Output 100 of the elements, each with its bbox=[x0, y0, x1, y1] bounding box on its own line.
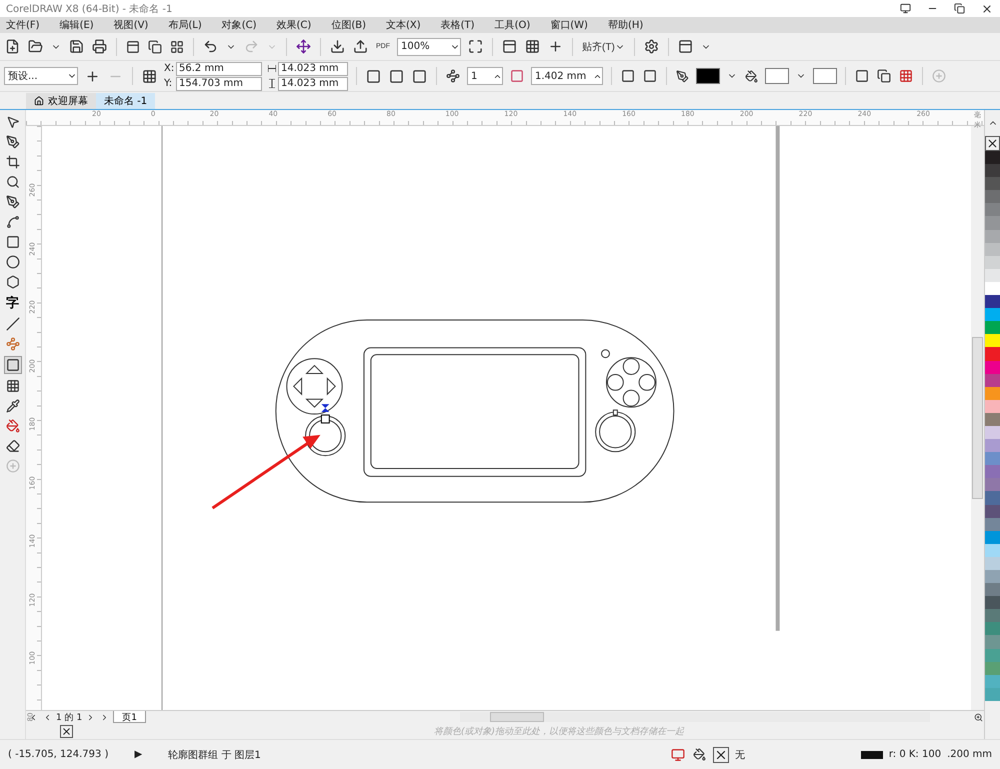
color-swatch[interactable] bbox=[985, 412, 1000, 426]
menu-item[interactable]: 对象(C) bbox=[220, 18, 265, 32]
color-swatch[interactable] bbox=[985, 190, 1000, 204]
page-tab[interactable]: 页1 bbox=[113, 711, 146, 723]
menu-item[interactable]: 视图(V) bbox=[112, 18, 156, 32]
polygon-icon[interactable] bbox=[4, 274, 20, 290]
offset-field[interactable]: 1.402 mm bbox=[531, 67, 603, 85]
zoom-dropdown[interactable]: 100% bbox=[397, 38, 461, 56]
snap-button[interactable]: 贴齐(T) bbox=[581, 38, 626, 54]
pen-icon[interactable] bbox=[675, 68, 690, 84]
color-swatch[interactable] bbox=[985, 518, 1000, 531]
color-swatch[interactable] bbox=[985, 151, 1000, 164]
line-icon[interactable] bbox=[4, 316, 20, 332]
menu-item[interactable]: 文件(F) bbox=[4, 18, 48, 32]
restore-icon[interactable] bbox=[953, 2, 966, 16]
crop-icon[interactable] bbox=[4, 154, 20, 170]
eyedropper-icon[interactable] bbox=[4, 398, 20, 414]
ellipse-icon[interactable] bbox=[4, 254, 20, 270]
color-swatch[interactable] bbox=[985, 268, 1000, 282]
menu-item[interactable]: 文本(X) bbox=[384, 18, 429, 32]
color-swatch[interactable] bbox=[985, 635, 1000, 649]
color-swatch[interactable] bbox=[985, 230, 1000, 243]
color-swatch[interactable] bbox=[985, 203, 1000, 216]
fill-bucket-icon[interactable] bbox=[744, 68, 759, 84]
color-swatch[interactable] bbox=[985, 242, 1000, 256]
color-swatch[interactable] bbox=[985, 360, 1000, 374]
color-swatch[interactable] bbox=[985, 282, 1000, 296]
color-swatch[interactable] bbox=[985, 609, 1000, 622]
color-swatch[interactable] bbox=[985, 426, 1000, 440]
fill-color-swatch[interactable] bbox=[765, 68, 789, 84]
color-swatch[interactable] bbox=[985, 478, 1000, 492]
shape-tool-icon[interactable] bbox=[4, 134, 20, 150]
color-swatch[interactable] bbox=[985, 544, 1000, 557]
color-swatch[interactable] bbox=[985, 662, 1000, 675]
color-swatch[interactable] bbox=[985, 321, 1000, 334]
contour-icon[interactable] bbox=[4, 356, 22, 374]
color-swatch[interactable] bbox=[985, 596, 1000, 610]
menu-item[interactable]: 表格(T) bbox=[438, 18, 483, 32]
menu-item[interactable]: 窗口(W) bbox=[548, 18, 596, 32]
color-swatch[interactable] bbox=[985, 688, 1000, 701]
color-swatch[interactable] bbox=[985, 622, 1000, 636]
color-swatch[interactable] bbox=[985, 674, 1000, 688]
no-color-swatch[interactable] bbox=[60, 724, 73, 738]
fill-icon[interactable] bbox=[4, 418, 20, 434]
color-swatch[interactable] bbox=[985, 256, 1000, 269]
preset-dropdown[interactable]: 预设... bbox=[4, 67, 78, 85]
rectangle-icon[interactable] bbox=[4, 234, 20, 250]
document-tab[interactable]: 未命名 -1 bbox=[96, 93, 156, 109]
color-swatch[interactable] bbox=[985, 465, 1000, 478]
curve-icon[interactable] bbox=[4, 214, 20, 230]
color-swatch[interactable] bbox=[985, 452, 1000, 466]
steps-field[interactable]: 1 bbox=[467, 67, 503, 85]
color-swatch[interactable] bbox=[985, 439, 1000, 452]
menu-item[interactable]: 布局(L) bbox=[166, 18, 210, 32]
color-swatch[interactable] bbox=[985, 504, 1000, 518]
height-field[interactable]: 14.023 mm bbox=[278, 76, 348, 90]
color-swatch[interactable] bbox=[985, 530, 1000, 544]
color-swatch[interactable] bbox=[985, 374, 1000, 387]
export-icon[interactable] bbox=[352, 38, 369, 55]
save-icon[interactable] bbox=[68, 38, 85, 55]
folder-icon[interactable] bbox=[27, 38, 44, 55]
menu-item[interactable]: 工具(O) bbox=[492, 18, 538, 32]
color-swatch[interactable] bbox=[985, 648, 1000, 662]
menu-item[interactable]: 编辑(E) bbox=[58, 18, 102, 32]
text-tool-button[interactable]: 字 bbox=[6, 294, 19, 312]
undo-icon[interactable] bbox=[202, 38, 219, 55]
fill-icon[interactable] bbox=[692, 747, 707, 762]
color-swatch[interactable] bbox=[985, 347, 1000, 360]
no-color-swatch[interactable] bbox=[985, 136, 1000, 151]
document-tab[interactable]: 欢迎屏幕 bbox=[26, 93, 96, 109]
color-swatch[interactable] bbox=[985, 491, 1000, 505]
color-swatch[interactable] bbox=[985, 570, 1000, 584]
menu-item[interactable]: 帮助(H) bbox=[606, 18, 652, 32]
color-swatch[interactable] bbox=[985, 216, 1000, 230]
accel-color-swatch[interactable] bbox=[813, 68, 837, 84]
copy-icon[interactable] bbox=[147, 38, 163, 54]
color-swatch[interactable] bbox=[985, 386, 1000, 400]
new-document-icon[interactable] bbox=[4, 38, 21, 55]
color-swatch[interactable] bbox=[985, 400, 1000, 413]
color-swatch[interactable] bbox=[985, 164, 1000, 178]
menu-item[interactable]: 效果(C) bbox=[274, 18, 320, 32]
import-icon[interactable] bbox=[329, 38, 346, 55]
print-icon[interactable] bbox=[91, 38, 108, 55]
width-field[interactable]: 14.023 mm bbox=[278, 62, 348, 76]
transparency-icon[interactable] bbox=[4, 378, 20, 394]
color-swatch[interactable] bbox=[985, 308, 1000, 322]
color-swatch[interactable] bbox=[985, 295, 1000, 308]
color-swatch[interactable] bbox=[985, 583, 1000, 596]
menu-item[interactable]: 位图(B) bbox=[329, 18, 374, 32]
zoom-icon[interactable] bbox=[4, 174, 20, 190]
account-icon[interactable] bbox=[899, 2, 912, 16]
color-swatch[interactable] bbox=[985, 556, 1000, 570]
expand-arrow[interactable]: ▶ bbox=[134, 749, 142, 760]
full-screen-icon[interactable] bbox=[467, 38, 484, 55]
monitor-icon[interactable] bbox=[670, 746, 686, 762]
color-swatch[interactable] bbox=[985, 177, 1000, 190]
zoom-icon[interactable] bbox=[973, 712, 984, 722]
outline-color-swatch[interactable] bbox=[696, 68, 720, 84]
x-position-field[interactable]: 56.2 mm bbox=[176, 62, 262, 76]
pen-icon[interactable] bbox=[4, 194, 20, 210]
